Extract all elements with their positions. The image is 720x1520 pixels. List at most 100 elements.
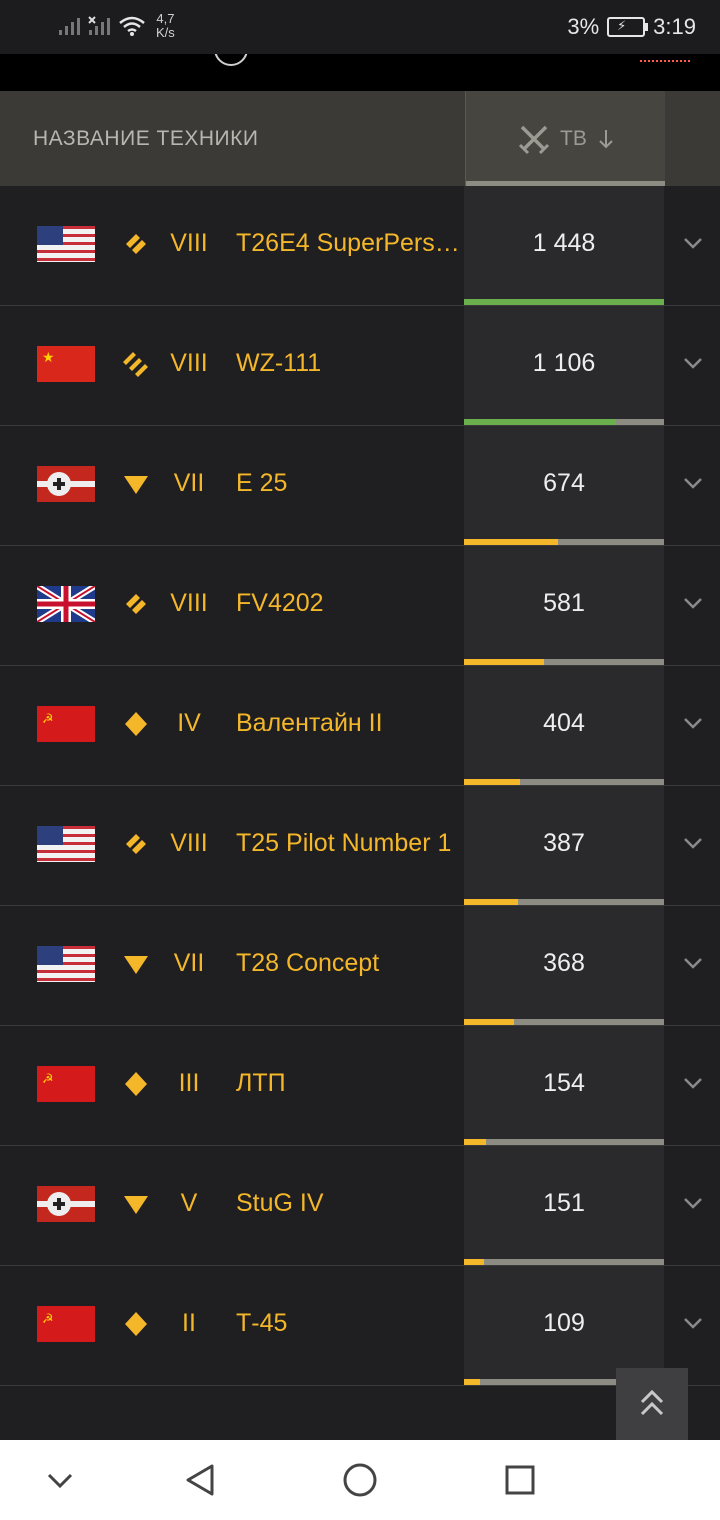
vehicle-name: T25 Pilot Number 1 [236,829,452,857]
column-header-tb[interactable]: ТВ [465,91,665,186]
tb-value: 154 [543,1069,585,1097]
chevron-down-icon[interactable] [678,708,708,738]
vehicle-name: Т-45 [236,1309,288,1337]
flag-usa-icon [37,826,95,862]
tb-progress-fill [464,899,518,905]
battery-icon: ⚡ [607,17,649,37]
tb-progress-track [464,899,664,905]
class-td-icon [120,468,152,500]
svg-text:★: ★ [42,349,55,365]
vehicle-row[interactable]: ★ VIII WZ-111 1 106 [0,306,720,426]
tb-progress-track [464,299,664,305]
vehicle-row[interactable]: V StuG IV 151 [0,1146,720,1266]
scroll-to-top-button[interactable] [616,1368,688,1440]
tb-progress-track [464,419,664,425]
wifi-icon [119,16,145,36]
chevron-down-icon[interactable] [678,348,708,378]
collapse-icon[interactable] [42,1462,78,1498]
vehicle-row[interactable]: VIII FV4202 581 [0,546,720,666]
chevron-down-icon[interactable] [678,1188,708,1218]
flag-germany-icon [37,466,95,502]
system-nav-bar [0,1440,720,1520]
back-icon[interactable] [182,1462,218,1498]
class-heavy-icon [120,228,152,260]
clock: 3:19 [653,14,696,39]
tb-cell: 1 106 [464,306,664,425]
vehicle-name: Валентайн II [236,709,383,737]
tb-progress-track [464,1259,664,1265]
vehicle-name: WZ-111 [236,349,322,377]
double-chevron-up-icon [640,1389,664,1416]
tb-progress-fill [464,1139,486,1145]
vehicle-row[interactable]: ☭ III ЛТП 154 [0,1026,720,1146]
svg-text:☭: ☭ [42,1311,54,1326]
tb-cell: 1 448 [464,186,664,305]
tb-cell: 404 [464,666,664,785]
tb-value: 1 448 [532,229,596,257]
vehicle-row[interactable]: ☭ II Т-45 109 [0,1266,720,1386]
vehicle-tier: VIII [170,829,208,857]
tb-value: 387 [543,829,585,857]
chevron-down-icon[interactable] [678,468,708,498]
class-heavy-icon [120,588,152,620]
class-light-icon [120,1068,152,1100]
tb-progress-fill [464,299,664,305]
vehicle-name: T26E4 SuperPershing [236,229,464,257]
chevron-down-icon[interactable] [678,228,708,258]
tb-label: ТВ [560,127,587,150]
tb-progress-fill [464,779,520,785]
recents-icon[interactable] [502,1462,538,1498]
tb-cell: 151 [464,1146,664,1265]
vehicle-row[interactable]: ☭ IV Валентайн II 404 [0,666,720,786]
tb-value: 674 [543,469,585,497]
column-header-name[interactable]: НАЗВАНИЕ ТЕХНИКИ [33,127,258,151]
info-icon[interactable] [214,54,248,66]
vehicle-tier: VII [173,469,205,497]
tb-progress-fill [464,1019,514,1025]
tb-value: 109 [543,1309,585,1337]
status-bar: 4,7 K/s 3% ⚡ 3:19 [0,0,720,54]
tb-progress-fill [464,419,616,425]
tb-progress-track [464,539,664,545]
net-speed-unit: K/s [156,25,175,40]
vehicle-tier: II [182,1309,196,1337]
class-medium-double-icon [120,348,152,380]
net-speed-value: 4,7 [156,11,175,26]
home-icon[interactable] [342,1462,378,1498]
vehicle-tier: V [180,1189,198,1217]
vehicle-name: StuG IV [236,1189,324,1217]
tb-value: 1 106 [532,349,596,377]
tb-cell: 154 [464,1026,664,1145]
class-heavy-icon [120,828,152,860]
signal-off-icon [88,16,110,35]
svg-text:☭: ☭ [42,711,54,726]
vehicle-row[interactable]: VII T28 Concept 368 [0,906,720,1026]
tb-cell: 368 [464,906,664,1025]
tb-cell: 674 [464,426,664,545]
link-underline[interactable] [640,60,690,62]
table-header: НАЗВАНИЕ ТЕХНИКИ ТВ [0,91,720,186]
vehicle-row[interactable]: VIII T25 Pilot Number 1 387 [0,786,720,906]
tb-value: 368 [543,949,585,977]
tb-value: 404 [543,709,585,737]
chevron-down-icon[interactable] [678,828,708,858]
class-td-icon [120,1188,152,1220]
chevron-down-icon[interactable] [678,1308,708,1338]
tb-progress-track [464,779,664,785]
flag-ussr-icon: ☭ [37,706,95,742]
chevron-down-icon[interactable] [678,948,708,978]
top-header-strip [0,54,720,91]
class-td-icon [120,948,152,980]
chevron-down-icon[interactable] [678,588,708,618]
vehicle-row[interactable]: VIII T26E4 SuperPershing 1 448 [0,186,720,306]
flag-ussr-icon: ☭ [37,1066,95,1102]
crossed-swords-icon [518,125,550,155]
vehicle-row[interactable]: VII E 25 674 [0,426,720,546]
signal-icon [59,18,80,35]
battery-percent: 3% [567,14,600,39]
chevron-down-icon[interactable] [678,1068,708,1098]
tb-value: 151 [543,1189,585,1217]
tb-cell: 387 [464,786,664,905]
tb-value: 581 [543,589,585,617]
flag-ussr-icon: ☭ [37,1306,95,1342]
